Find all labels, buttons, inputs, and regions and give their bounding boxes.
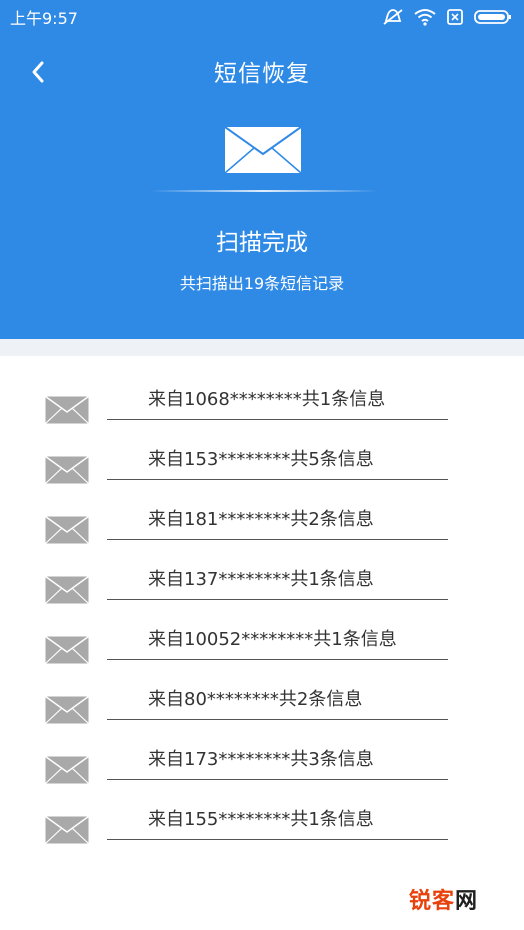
list-item[interactable]: 来自137********共1条信息 xyxy=(0,562,524,622)
row-underline xyxy=(107,539,448,540)
message-label: 来自1068********共1条信息 xyxy=(148,389,386,410)
list-item[interactable]: 来自80********共2条信息 xyxy=(0,682,524,742)
scan-status-title: 扫描完成 xyxy=(216,230,308,256)
separator-band xyxy=(0,339,524,356)
envelope-icon xyxy=(45,516,89,544)
wifi-icon xyxy=(414,9,436,26)
message-label: 来自80********共2条信息 xyxy=(148,689,363,710)
list-item[interactable]: 来自153********共5条信息 xyxy=(0,442,524,502)
status-bar: 上午9:57 xyxy=(0,0,524,34)
message-label: 来自181********共2条信息 xyxy=(148,509,374,530)
envelope-icon xyxy=(45,756,89,784)
page-title: 短信恢复 xyxy=(214,61,310,87)
message-label: 来自153********共5条信息 xyxy=(148,449,374,470)
scan-summary: 共扫描出19条短信记录 xyxy=(179,274,345,293)
message-label: 来自137********共1条信息 xyxy=(148,569,374,590)
list-item[interactable]: 来自1068********共1条信息 xyxy=(0,382,524,442)
row-underline xyxy=(107,719,448,720)
message-label: 来自10052********共1条信息 xyxy=(148,629,397,650)
envelope-icon xyxy=(45,576,89,604)
row-underline xyxy=(107,839,448,840)
envelope-icon xyxy=(45,816,89,844)
status-icons xyxy=(382,8,512,26)
list-item[interactable]: 来自181********共2条信息 xyxy=(0,502,524,562)
watermark-logo: 锐客网 xyxy=(409,883,478,915)
envelope-icon xyxy=(224,126,302,174)
sim-icon xyxy=(447,9,463,25)
message-label: 来自173********共3条信息 xyxy=(148,749,374,770)
message-label: 来自155********共1条信息 xyxy=(148,809,374,830)
watermark-part2: 网 xyxy=(454,889,478,914)
battery-icon xyxy=(474,10,511,24)
envelope-icon xyxy=(45,636,89,664)
status-time: 上午9:57 xyxy=(10,9,78,28)
mute-icon xyxy=(383,9,403,25)
row-underline xyxy=(107,479,448,480)
list-item[interactable]: 来自173********共3条信息 xyxy=(0,742,524,802)
list-item[interactable]: 来自155********共1条信息 xyxy=(0,802,524,862)
envelope-icon xyxy=(45,696,89,724)
list-item[interactable]: 来自10052********共1条信息 xyxy=(0,622,524,682)
header: 上午9:57 短信恢复 扫描完成 共扫描出19条短信记录 xyxy=(0,0,524,339)
divider xyxy=(150,190,378,192)
row-underline xyxy=(107,779,448,780)
watermark-part1: 锐客 xyxy=(408,889,455,914)
envelope-icon xyxy=(45,396,89,424)
envelope-icon xyxy=(45,456,89,484)
row-underline xyxy=(107,659,448,660)
row-underline xyxy=(107,599,448,600)
row-underline xyxy=(107,419,448,420)
